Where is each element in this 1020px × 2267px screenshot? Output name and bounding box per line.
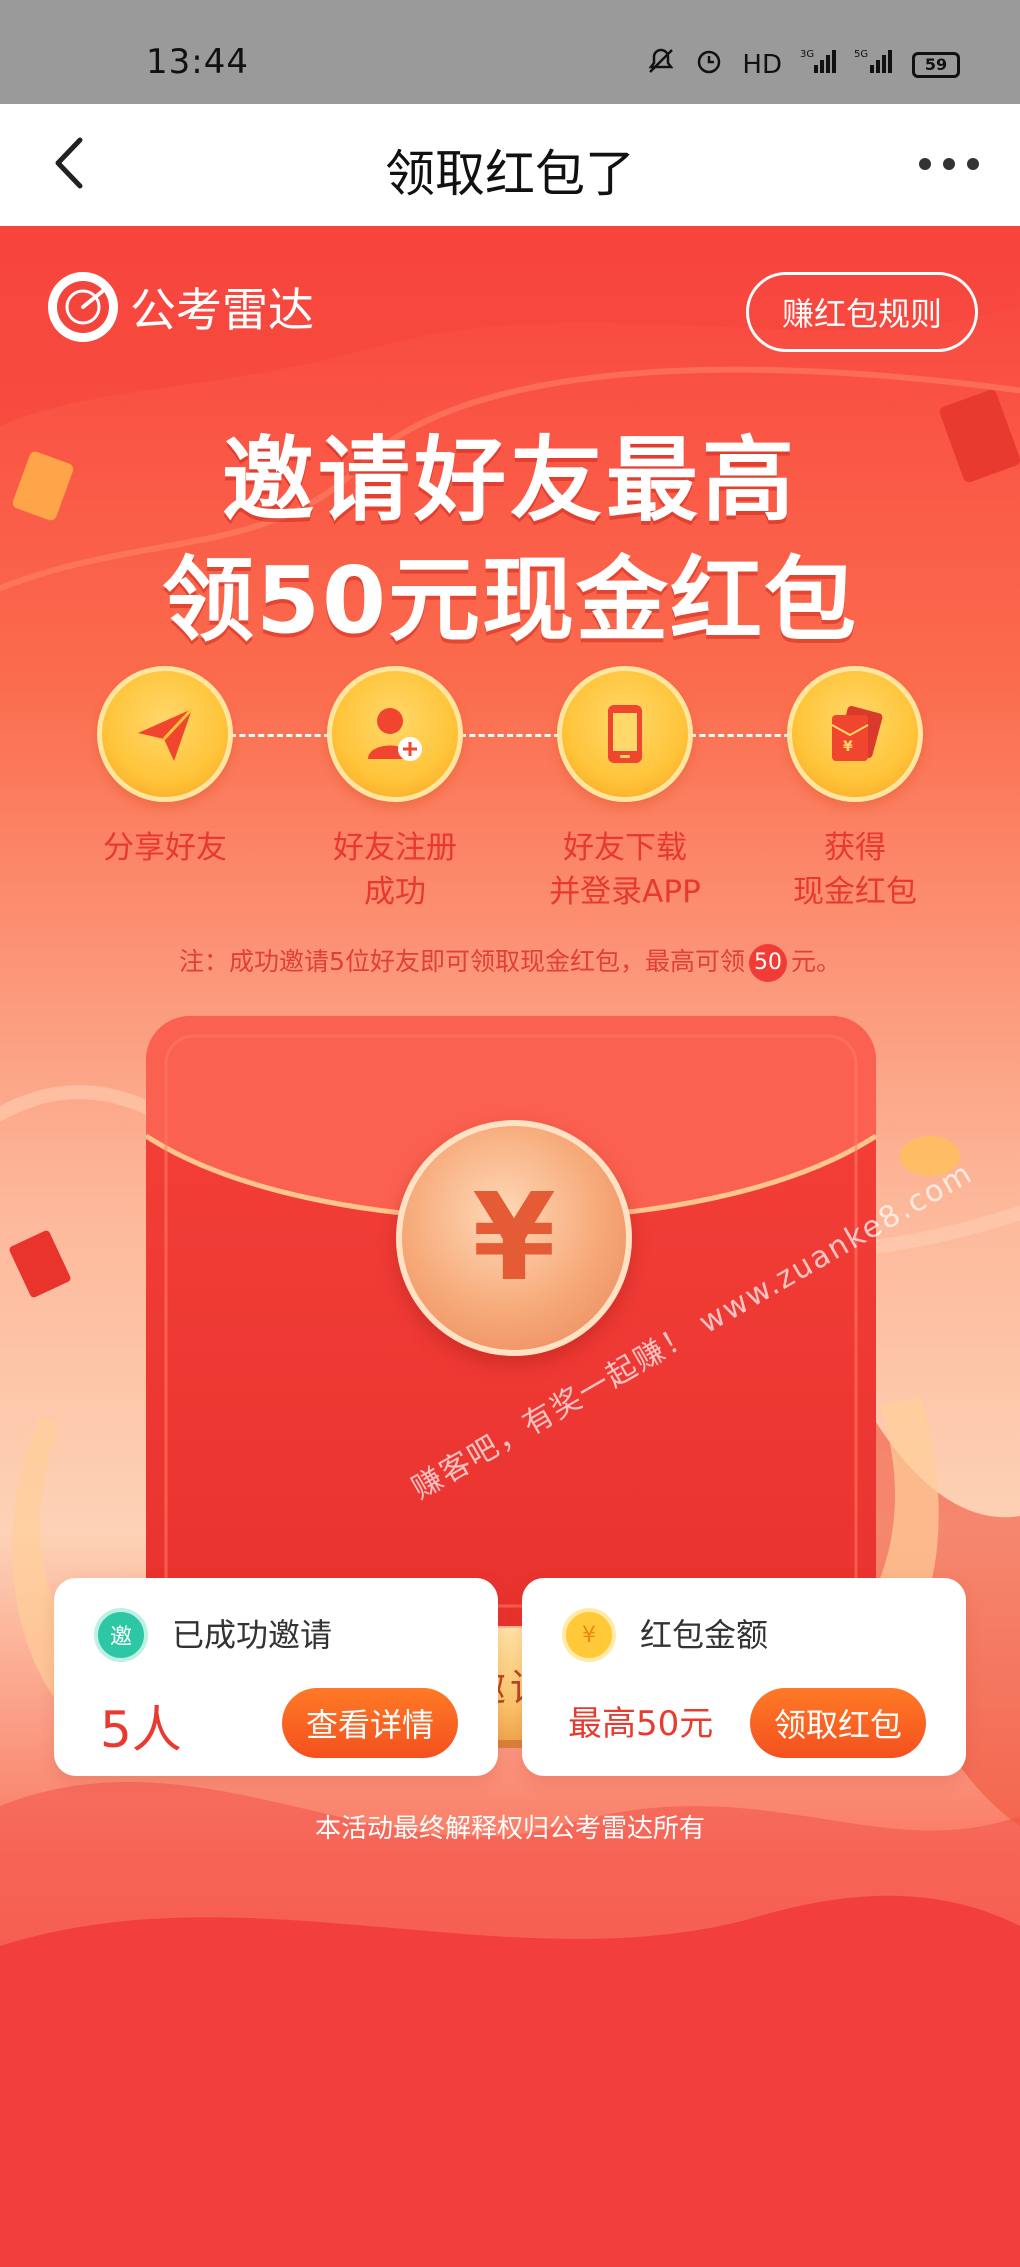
invite-badge-icon: 邀 — [94, 1608, 148, 1662]
rules-button[interactable]: 赚红包规则 — [746, 272, 978, 352]
steps-row: 分享好友 好友注册 成功 好友下载 并登录APP ¥ 获得 现金红包 — [50, 666, 970, 936]
page-title: 领取红包了 — [385, 145, 635, 203]
signal-5g-icon: 5G — [854, 47, 894, 82]
max-amount: 最高50元 — [568, 1704, 714, 1744]
step-label: 分享好友 — [103, 830, 227, 866]
status-icons: HD 3G 5G 59 — [646, 46, 960, 83]
step-reward: ¥ 获得 现金红包 — [740, 666, 970, 914]
max-amount-badge: 50 — [748, 944, 787, 982]
more-dot — [943, 158, 955, 170]
footer-disclaimer: 本活动最终解释权归公考雷达所有 — [314, 1814, 705, 1844]
svg-text:5G: 5G — [854, 49, 868, 60]
campaign-page: 公考雷达 赚红包规则 邀请好友最高 领50元现金红包 分享好友 好友注册 成功 — [0, 226, 1020, 2267]
step-register: 好友注册 成功 — [280, 666, 510, 914]
gold-coin-icon: ¥ — [562, 1608, 616, 1662]
step-label: 获得 现金红包 — [793, 830, 917, 910]
more-dot — [919, 158, 931, 170]
headline-line-2: 领50元现金红包 — [161, 547, 859, 654]
headline-line-1: 邀请好友最高 — [221, 427, 798, 534]
status-time: 13:44 — [146, 42, 249, 82]
more-dot — [967, 158, 979, 170]
red-envelope-icon: ¥ — [787, 666, 923, 802]
invited-card: 邀 已成功邀请 5人 查看详情 — [54, 1578, 498, 1776]
hd-indicator: HD — [742, 49, 782, 80]
invited-count: 5人 — [100, 1701, 182, 1759]
signal-3g-icon: 3G — [800, 47, 836, 82]
more-button[interactable] — [914, 144, 984, 184]
phone-icon — [557, 666, 693, 802]
radar-logo-icon — [48, 272, 118, 342]
red-envelope: ¥ — [146, 1016, 876, 1626]
status-bar: 13:44 HD 3G 5G 59 — [0, 0, 1020, 104]
mute-icon — [646, 46, 676, 83]
brand-logo: 公考雷达 — [48, 272, 314, 342]
yuan-coin-icon: ¥ — [396, 1120, 632, 1356]
step-download: 好友下载 并登录APP — [510, 666, 740, 914]
amount-title: 红包金额 — [640, 1616, 769, 1654]
nav-bar: 领取红包了 — [0, 104, 1020, 226]
step-label: 好友注册 成功 — [333, 830, 457, 910]
invited-title: 已成功邀请 — [172, 1616, 333, 1654]
svg-text:¥: ¥ — [843, 739, 853, 755]
step-label: 好友下载 并登录APP — [549, 830, 701, 910]
alarm-icon — [694, 46, 724, 83]
claim-envelope-button[interactable]: 领取红包 — [749, 1688, 926, 1758]
user-add-icon — [327, 666, 463, 802]
paper-plane-icon — [97, 666, 233, 802]
step-share: 分享好友 — [50, 666, 280, 870]
invite-note: 注：成功邀请5位好友即可领取现金红包，最高可领 50 元。 — [0, 942, 1020, 982]
view-details-button[interactable]: 查看详情 — [281, 1688, 458, 1758]
amount-card: ¥ 红包金额 最高50元 领取红包 — [522, 1578, 966, 1776]
battery-icon: 59 — [912, 51, 960, 78]
svg-text:3G: 3G — [800, 49, 814, 60]
brand-name: 公考雷达 — [130, 283, 314, 337]
